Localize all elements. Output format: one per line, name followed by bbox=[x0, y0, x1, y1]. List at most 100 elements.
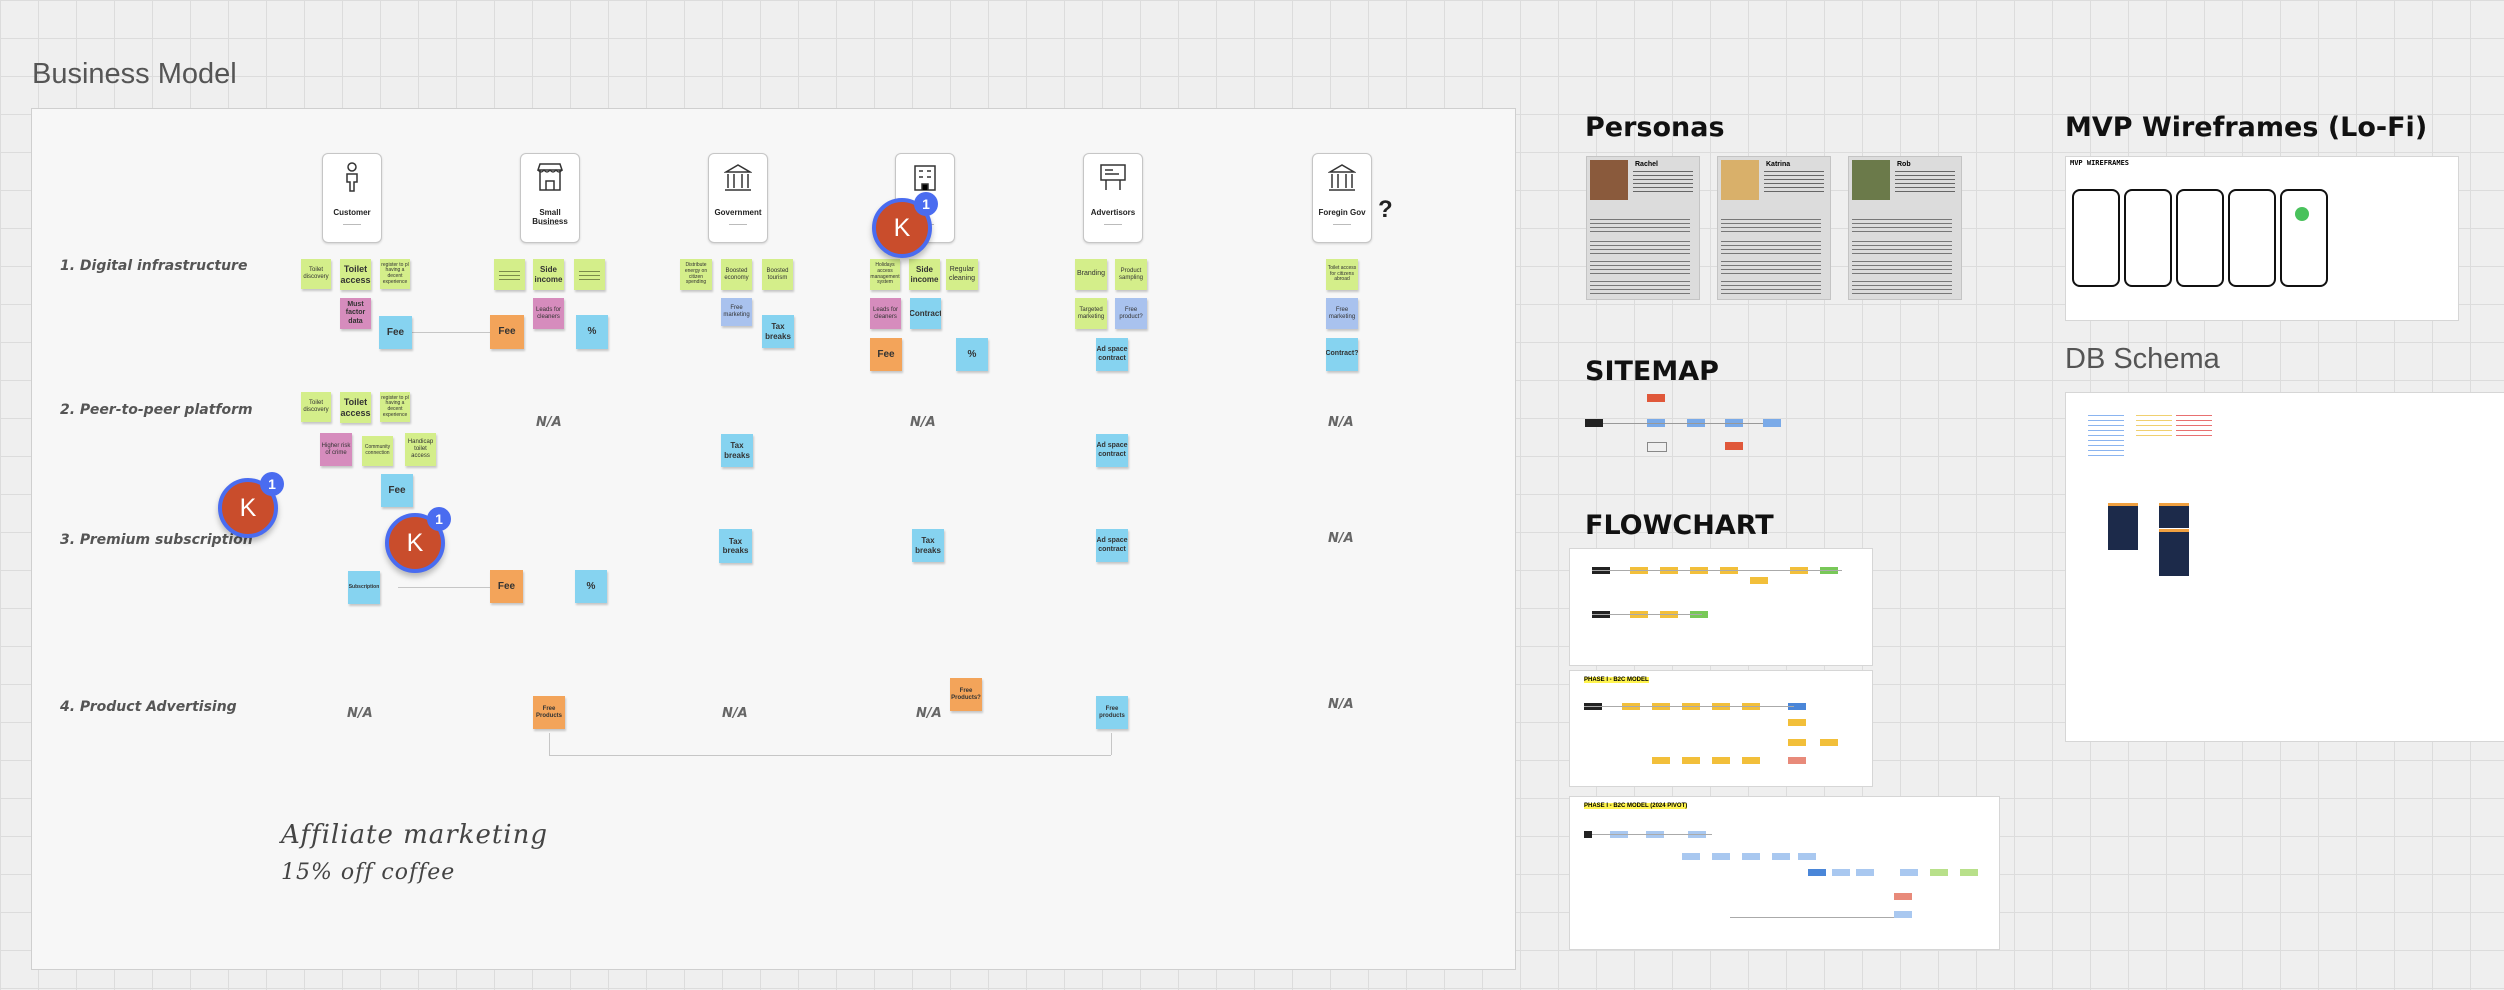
sticky-note[interactable]: Must factor data bbox=[340, 298, 371, 329]
sticky-note[interactable]: Distribute energy on citizen spending bbox=[680, 259, 712, 290]
column-small-business[interactable]: Small Business bbox=[520, 153, 580, 243]
sticky-note[interactable] bbox=[574, 259, 605, 290]
column-customer[interactable]: Customer bbox=[322, 153, 382, 243]
sitemap-diagram[interactable] bbox=[1585, 392, 1785, 462]
sticky-note[interactable]: Free Products? bbox=[950, 678, 982, 711]
na-label: N/A bbox=[1328, 697, 1354, 712]
sticky-note[interactable]: Free products bbox=[1096, 696, 1128, 729]
sticky-note[interactable]: Toilet discovery bbox=[301, 259, 331, 289]
row-label-peer-to-peer: 2. Peer-to-peer platform bbox=[60, 402, 253, 418]
column-foreign-gov[interactable]: Foregin Gov bbox=[1312, 153, 1372, 243]
sticky-note[interactable]: Free product? bbox=[1115, 298, 1147, 329]
avatar-initial: K bbox=[893, 213, 911, 242]
row-label-product-advertising: 4. Product Advertising bbox=[60, 699, 237, 715]
na-label: N/A bbox=[536, 415, 562, 430]
column-advertisors[interactable]: Advertisors bbox=[1083, 153, 1143, 243]
sticky-note[interactable]: Community connection bbox=[362, 436, 393, 466]
sticky-note[interactable]: Toilet discovery bbox=[301, 392, 331, 422]
sticky-note[interactable]: register to pl having a decent experienc… bbox=[380, 259, 410, 289]
sticky-note[interactable]: Contract bbox=[910, 298, 941, 329]
column-government[interactable]: Government bbox=[708, 153, 768, 243]
connector-line bbox=[549, 733, 550, 755]
sticky-note[interactable]: Tax breaks bbox=[912, 529, 944, 562]
persona-card[interactable]: Rachel bbox=[1586, 156, 1700, 300]
sticky-note[interactable]: Tax breaks bbox=[762, 315, 794, 348]
sticky-note[interactable]: Boosted tourism bbox=[762, 259, 793, 290]
sticky-note[interactable]: register to pl having a decent experienc… bbox=[380, 392, 410, 422]
column-label: Foregin Gov bbox=[1318, 208, 1366, 217]
sticky-note[interactable]: Handicap toilet access bbox=[405, 433, 436, 466]
flowchart-phase-label: PHASE I - B2C MODEL (2024 PIVOT) bbox=[1584, 803, 1688, 809]
column-label: Government bbox=[714, 208, 762, 217]
sticky-note[interactable]: Leads for cleaners bbox=[533, 298, 564, 329]
wireframe-phone[interactable] bbox=[2228, 189, 2276, 287]
column-label: Advertisors bbox=[1090, 208, 1136, 217]
sticky-note[interactable]: Fee bbox=[381, 474, 413, 507]
sticky-note[interactable]: Side income bbox=[909, 259, 940, 290]
flowchart-title: FLOWCHART bbox=[1585, 510, 1774, 541]
sticky-note[interactable]: Free marketing bbox=[721, 298, 752, 326]
sticky-note[interactable]: Fee bbox=[379, 316, 412, 349]
persona-name: Katrina bbox=[1766, 161, 1791, 168]
wireframe-phone[interactable] bbox=[2124, 189, 2172, 287]
flowchart-phase-label: PHASE I - B2C MODEL bbox=[1584, 677, 1649, 683]
sticky-note[interactable]: % bbox=[575, 570, 607, 603]
na-label: N/A bbox=[910, 415, 936, 430]
sticky-note[interactable]: Fee bbox=[870, 338, 902, 371]
db-schema-frame[interactable] bbox=[2065, 392, 2504, 742]
sticky-note[interactable]: Tax breaks bbox=[719, 529, 752, 563]
sticky-note[interactable]: Product sampling bbox=[1115, 259, 1147, 290]
na-label: N/A bbox=[1328, 531, 1354, 546]
handwritten-note[interactable]: 15% off coffee bbox=[281, 860, 455, 885]
sticky-note[interactable]: % bbox=[956, 338, 988, 371]
wireframes-frame[interactable]: MVP WIREFRAMES bbox=[2065, 156, 2459, 321]
sticky-note[interactable] bbox=[494, 259, 525, 290]
business-model-title: Business Model bbox=[32, 58, 237, 90]
sticky-note[interactable]: Branding bbox=[1075, 259, 1107, 290]
persona-photo bbox=[1852, 160, 1890, 200]
sticky-note[interactable]: Ad space contract bbox=[1096, 529, 1128, 562]
na-label: N/A bbox=[347, 706, 373, 721]
collaborator-avatar[interactable]: K 1 bbox=[872, 192, 938, 258]
sticky-note[interactable]: Fee bbox=[490, 570, 523, 603]
flowchart-frame[interactable] bbox=[1569, 548, 1873, 666]
sticky-note[interactable]: % bbox=[576, 315, 608, 349]
flowchart-b2c[interactable]: PHASE I - B2C MODEL bbox=[1569, 670, 1873, 787]
sticky-note[interactable]: Targeted marketing bbox=[1075, 298, 1107, 329]
persona-card[interactable]: Rob bbox=[1848, 156, 1962, 300]
sticky-note[interactable]: Contract? bbox=[1326, 338, 1358, 371]
sticky-note[interactable]: Toilet access bbox=[340, 259, 371, 290]
sticky-note[interactable]: Higher risk of crime bbox=[320, 433, 352, 466]
flowchart-2024-pivot[interactable]: PHASE I - B2C MODEL (2024 PIVOT) bbox=[1569, 796, 2000, 950]
billboard-icon bbox=[1100, 164, 1126, 190]
sticky-note[interactable]: Regular cleaning bbox=[946, 259, 978, 290]
wireframe-phone[interactable] bbox=[2176, 189, 2224, 287]
sticky-note[interactable]: Ad space contract bbox=[1096, 434, 1128, 467]
sticky-note[interactable]: Side income bbox=[533, 259, 564, 290]
column-label: Customer bbox=[333, 208, 371, 217]
wireframe-phone[interactable] bbox=[2072, 189, 2120, 287]
connector-line bbox=[408, 332, 490, 333]
business-model-frame[interactable] bbox=[31, 108, 1516, 970]
handwritten-note[interactable]: Affiliate marketing bbox=[281, 820, 548, 850]
wireframes-caption: MVP WIREFRAMES bbox=[2070, 159, 2130, 167]
sticky-note[interactable]: Toilet access bbox=[340, 392, 371, 423]
comment-count-badge: 1 bbox=[914, 192, 938, 216]
sticky-note[interactable]: Free marketing bbox=[1326, 298, 1358, 329]
storefront-icon bbox=[536, 163, 564, 191]
sticky-note[interactable]: Leads for cleaners bbox=[870, 298, 901, 329]
sticky-note[interactable]: Subscription bbox=[348, 571, 380, 604]
sticky-note[interactable]: Holidays access management system bbox=[870, 259, 900, 290]
db-schema-title: DB Schema bbox=[2065, 343, 2220, 375]
sticky-note[interactable]: Toilet access for citizens abroad bbox=[1326, 259, 1358, 290]
wireframe-phone[interactable] bbox=[2280, 189, 2328, 287]
persona-photo bbox=[1590, 160, 1628, 200]
collaborator-avatar[interactable]: K 1 bbox=[385, 507, 451, 573]
persona-card[interactable]: Katrina bbox=[1717, 156, 1831, 300]
sticky-note[interactable]: Fee bbox=[490, 315, 524, 349]
sticky-note[interactable]: Boosted economy bbox=[721, 259, 752, 290]
sticky-note[interactable]: Tax breaks bbox=[721, 434, 753, 467]
sticky-note[interactable]: Ad space contract bbox=[1096, 338, 1128, 371]
collaborator-avatar[interactable]: K 1 bbox=[218, 472, 284, 538]
sticky-note[interactable]: Free Products bbox=[533, 696, 565, 729]
